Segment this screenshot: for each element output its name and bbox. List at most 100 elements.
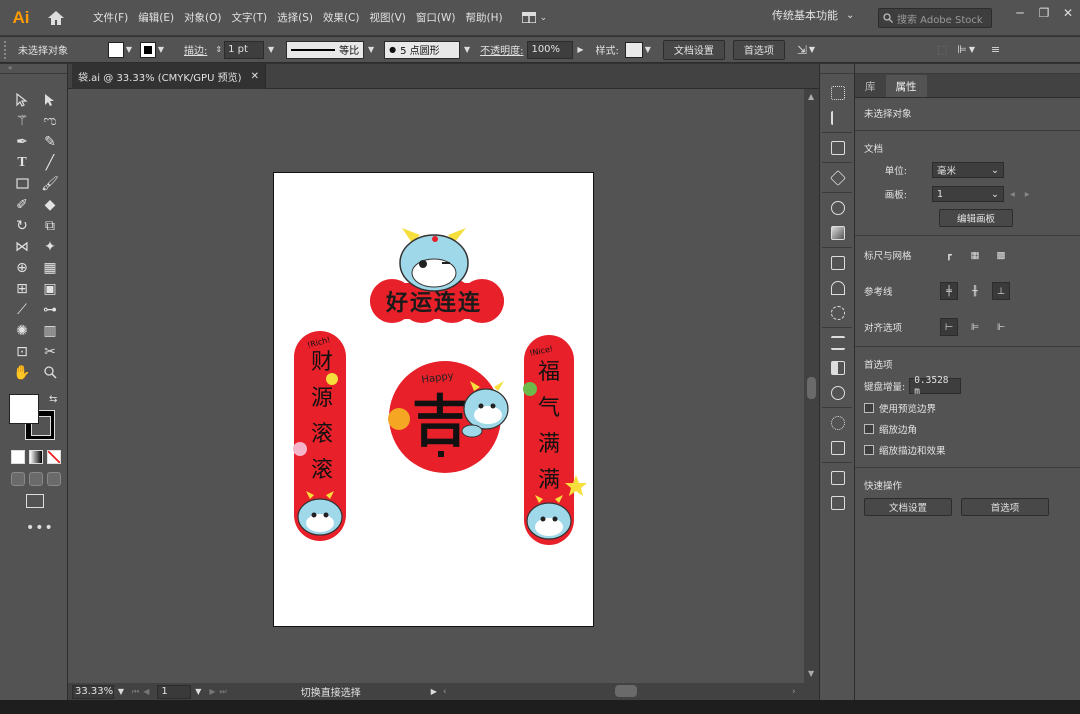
stroke-panel-icon[interactable] (820, 330, 856, 355)
draw-normal-icon[interactable] (11, 472, 25, 486)
horizontal-scroll-thumb[interactable] (615, 685, 637, 697)
eyedropper-tool-icon[interactable]: ⟋ (9, 300, 35, 319)
transform-panel-icon[interactable] (820, 80, 856, 105)
chevron-down-icon[interactable]: ▼ (116, 687, 126, 696)
chevron-down-icon[interactable]: ▼ (366, 45, 376, 54)
transparency-grid-icon[interactable]: ▩ (992, 246, 1010, 264)
use-preview-bounds-checkbox[interactable]: 使用预览边界 (864, 399, 1080, 417)
checkbox-icon[interactable] (864, 403, 874, 413)
opacity-field[interactable]: 100% (527, 40, 574, 59)
chevron-right-icon[interactable]: ▸ (1025, 189, 1030, 200)
stroke-profile-select[interactable]: 等比 (286, 40, 365, 59)
rulers-icon[interactable]: ┏ (940, 246, 958, 264)
mesh-tool-icon[interactable]: ⊞ (9, 279, 35, 298)
chevron-down-icon[interactable]: ▼ (807, 45, 817, 54)
magic-wand-tool-icon[interactable]: ⚚ (9, 111, 35, 130)
image-trace-panel-icon[interactable] (820, 250, 856, 275)
tab-libraries[interactable]: 库 (855, 75, 886, 97)
paintbrush-tool-icon[interactable]: 🖌 (37, 174, 63, 193)
minimize-button[interactable]: ─ (1008, 0, 1032, 26)
chevron-down-icon[interactable]: ▼ (643, 45, 653, 54)
menu-view[interactable]: 视图(V) (365, 6, 411, 30)
chevron-left-icon[interactable]: ◂ (1010, 189, 1015, 200)
gradient-mode-icon[interactable] (29, 450, 43, 464)
stepper-icon[interactable]: ⇕ (215, 45, 222, 54)
artboard-prev-icons[interactable]: ⏮◀ (132, 687, 153, 697)
menu-file[interactable]: 文件(F) (88, 6, 133, 30)
menu-type[interactable]: 文字(T) (227, 6, 273, 30)
line-tool-icon[interactable]: ╱ (37, 153, 63, 172)
stroke-weight-field[interactable]: 1 pt (224, 40, 265, 59)
document-setup-button[interactable]: 文档设置 (662, 39, 725, 60)
stroke-label[interactable]: 描边: (184, 42, 207, 57)
status-menu-icon[interactable]: ▶ (431, 687, 437, 696)
symbols-panel-icon[interactable] (820, 300, 856, 325)
grid-icon[interactable]: ▦ (966, 246, 984, 264)
panel-collapse-icon[interactable]: « (0, 64, 67, 74)
scale-tool-icon[interactable]: ⧉ (37, 216, 63, 235)
eraser-tool-icon[interactable]: ◆ (37, 195, 63, 214)
align-panel-icon[interactable] (820, 105, 856, 130)
shaper-tool-icon[interactable]: ✐ (9, 195, 35, 214)
artboard-next-icons[interactable]: ▶⏭ (209, 687, 230, 697)
artboard-select[interactable]: 1 ⌄ (932, 186, 1004, 202)
brightness-panel-icon[interactable] (820, 410, 856, 435)
none-mode-icon[interactable] (47, 450, 61, 464)
menu-select[interactable]: 选择(S) (272, 6, 318, 30)
chevron-right-icon[interactable]: ▶ (575, 45, 585, 54)
pen-tool-icon[interactable]: ✒ (9, 132, 35, 151)
guides-icon[interactable]: ╪ (940, 282, 958, 300)
smart-guides-icon[interactable]: ╫ (966, 282, 984, 300)
artboard-number-field[interactable]: 1 (157, 684, 192, 699)
chevron-down-icon[interactable]: ▼ (967, 45, 977, 54)
grip-handle[interactable] (4, 40, 12, 59)
keyboard-increment-field[interactable]: 0.3528 m (909, 375, 962, 397)
stock-search-input[interactable]: 搜索 Adobe Stock (878, 8, 992, 28)
document-tab[interactable]: 袋.ai @ 33.33% (CMYK/GPU 预览) ✕ (72, 64, 266, 89)
chevron-down-icon[interactable]: ▼ (193, 687, 203, 696)
blend-tool-icon[interactable]: ⊶ (37, 300, 63, 319)
align-to-artboard-icon[interactable]: ⊩ (992, 318, 1010, 336)
rectangle-tool-icon[interactable] (9, 174, 35, 193)
direct-selection-tool-icon[interactable] (37, 90, 63, 109)
close-button[interactable]: ✕ (1056, 0, 1080, 26)
checkbox-icon[interactable] (864, 424, 874, 434)
slice-tool-icon[interactable]: ✂ (37, 342, 63, 361)
arrange-documents-button[interactable]: ⌄ (521, 7, 558, 29)
zoom-tool-icon[interactable] (37, 363, 63, 382)
color-guide-panel-icon[interactable] (820, 195, 856, 220)
align-to-key-icon[interactable]: ⊫ (966, 318, 984, 336)
menu-window[interactable]: 窗口(W) (411, 6, 461, 30)
swap-icon[interactable]: ⇆ (49, 394, 57, 405)
scroll-down-icon[interactable]: ▼ (808, 669, 814, 678)
lasso-tool-icon[interactable]: ಌ (37, 111, 63, 130)
distribute-icon[interactable]: ⊫ (957, 43, 967, 56)
artboards-panel-icon[interactable] (820, 490, 856, 515)
brush-select[interactable]: ● 5 点圆形 (384, 40, 461, 59)
chevron-down-icon[interactable]: ▼ (266, 45, 276, 54)
type-tool-icon[interactable]: T (9, 153, 35, 172)
curvature-tool-icon[interactable]: ✎ (37, 132, 63, 151)
artboard-tool-icon[interactable]: ⊡ (9, 342, 35, 361)
pathfinder-panel-icon[interactable] (820, 135, 856, 160)
rotate-tool-icon[interactable]: ↻ (9, 216, 35, 235)
fill-stroke-widget[interactable]: ⇆ (9, 394, 57, 442)
pixel-grid-icon[interactable]: ⊥ (992, 282, 1010, 300)
color-mode-icon[interactable] (11, 450, 25, 464)
quick-doc-setup-button[interactable]: 文档设置 (864, 498, 952, 516)
opacity-label[interactable]: 不透明度: (480, 42, 523, 57)
vertical-scrollbar[interactable]: ▲ ▼ (804, 89, 819, 683)
gradient-panel-icon[interactable] (820, 220, 856, 245)
chevron-down-icon[interactable]: ▼ (156, 45, 166, 54)
symbol-sprayer-tool-icon[interactable]: ✺ (9, 321, 35, 340)
unit-select[interactable]: 毫米 ⌄ (932, 162, 1004, 178)
transparency-panel-icon[interactable] (820, 355, 856, 380)
zoom-field[interactable]: 33.33% (72, 684, 114, 699)
hand-tool-icon[interactable]: ✋ (9, 363, 35, 382)
scale-strokes-effects-checkbox[interactable]: 缩放描边和效果 (864, 441, 1080, 459)
align-icon[interactable]: ⬚ (937, 43, 947, 56)
draw-behind-icon[interactable] (29, 472, 43, 486)
links-panel-icon[interactable] (820, 465, 856, 490)
selection-tool-icon[interactable] (9, 90, 35, 109)
scroll-up-icon[interactable]: ▲ (808, 92, 814, 101)
